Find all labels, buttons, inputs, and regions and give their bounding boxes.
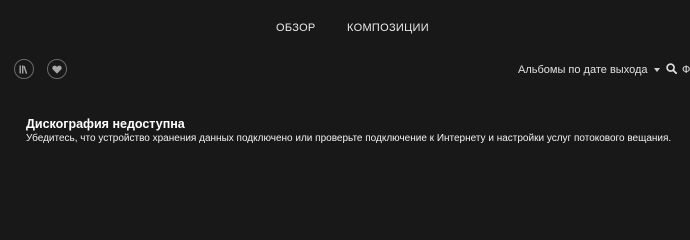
sort-label: Альбомы по дате выхода	[518, 64, 648, 76]
search-label: Ф	[682, 64, 690, 76]
discography-page: ОБЗОР КОМПОЗИЦИИ Альбомы по дате выхода	[0, 0, 690, 221]
tab-tracks[interactable]: КОМПОЗИЦИИ	[347, 20, 429, 36]
empty-state-title: Дискография недоступна	[26, 117, 185, 131]
sort-dropdown[interactable]: Альбомы по дате выхода	[518, 62, 661, 78]
empty-state: Дискография недоступна Убедитесь, что ус…	[26, 117, 686, 145]
tab-overview[interactable]: ОБЗОР	[276, 20, 316, 36]
search-icon	[666, 62, 678, 78]
tab-bar: ОБЗОР КОМПОЗИЦИИ	[0, 20, 690, 36]
library-icon	[19, 65, 29, 74]
favorite-button[interactable]	[47, 59, 67, 79]
empty-state-description: Убедитесь, что устройство хранения данны…	[26, 133, 672, 144]
chevron-down-icon	[654, 68, 661, 72]
heart-icon	[52, 65, 62, 74]
library-button[interactable]	[14, 59, 34, 79]
search-button[interactable]: Ф	[666, 62, 690, 78]
